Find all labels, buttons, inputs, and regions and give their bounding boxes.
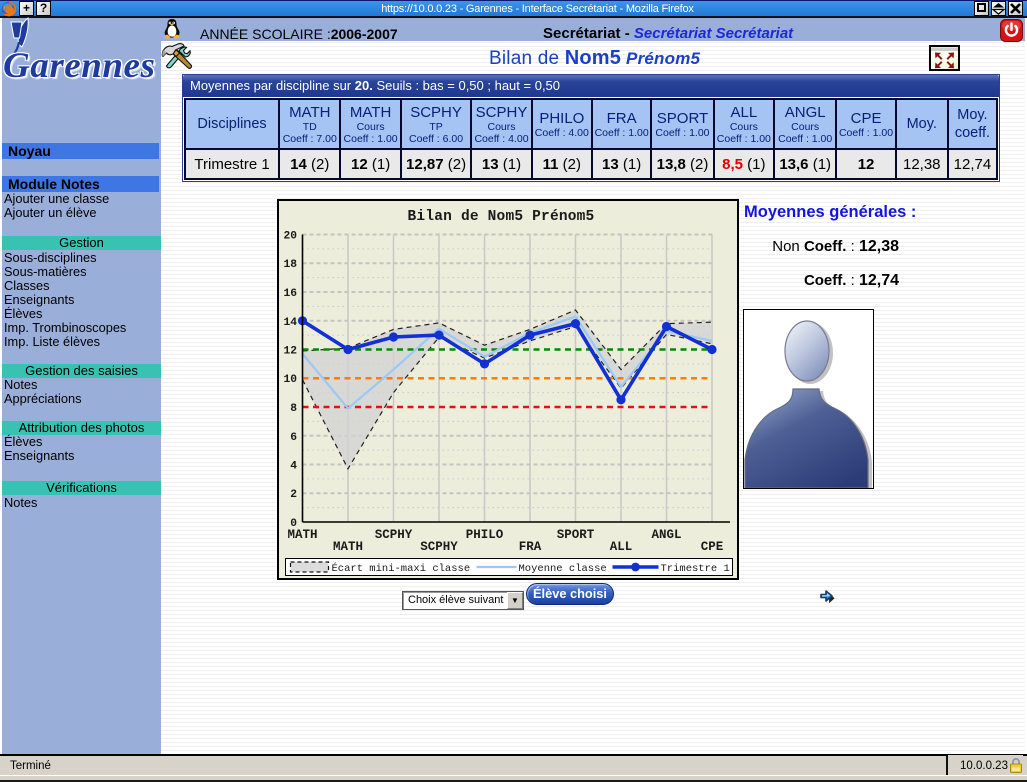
svg-text:6: 6 bbox=[290, 432, 297, 444]
svg-text:12: 12 bbox=[283, 346, 297, 358]
svg-text:ALL: ALL bbox=[610, 540, 633, 554]
svg-text:PHILO: PHILO bbox=[466, 528, 504, 542]
svg-text:MATH: MATH bbox=[333, 540, 363, 554]
svg-text:MATH: MATH bbox=[287, 528, 317, 542]
svg-text:ANGL: ANGL bbox=[651, 528, 681, 542]
svg-text:2: 2 bbox=[290, 489, 297, 501]
svg-text:SCPHY: SCPHY bbox=[420, 540, 458, 554]
svg-text:Trimestre 1: Trimestre 1 bbox=[661, 563, 730, 575]
svg-text:Écart mini-maxi classe: Écart mini-maxi classe bbox=[332, 561, 471, 575]
svg-text:Bilan de Nom5 Prénom5: Bilan de Nom5 Prénom5 bbox=[408, 209, 595, 225]
svg-text:FRA: FRA bbox=[519, 540, 542, 554]
svg-text:4: 4 bbox=[290, 461, 297, 473]
svg-text:SPORT: SPORT bbox=[557, 528, 595, 542]
svg-text:8: 8 bbox=[290, 403, 297, 415]
svg-text:Moyenne classe: Moyenne classe bbox=[519, 563, 607, 575]
svg-text:SCPHY: SCPHY bbox=[375, 528, 413, 542]
svg-text:10: 10 bbox=[283, 374, 297, 386]
svg-text:20: 20 bbox=[283, 231, 297, 243]
svg-text:16: 16 bbox=[283, 288, 297, 300]
svg-text:14: 14 bbox=[283, 317, 297, 329]
svg-text:CPE: CPE bbox=[701, 540, 724, 554]
svg-text:18: 18 bbox=[283, 259, 297, 271]
